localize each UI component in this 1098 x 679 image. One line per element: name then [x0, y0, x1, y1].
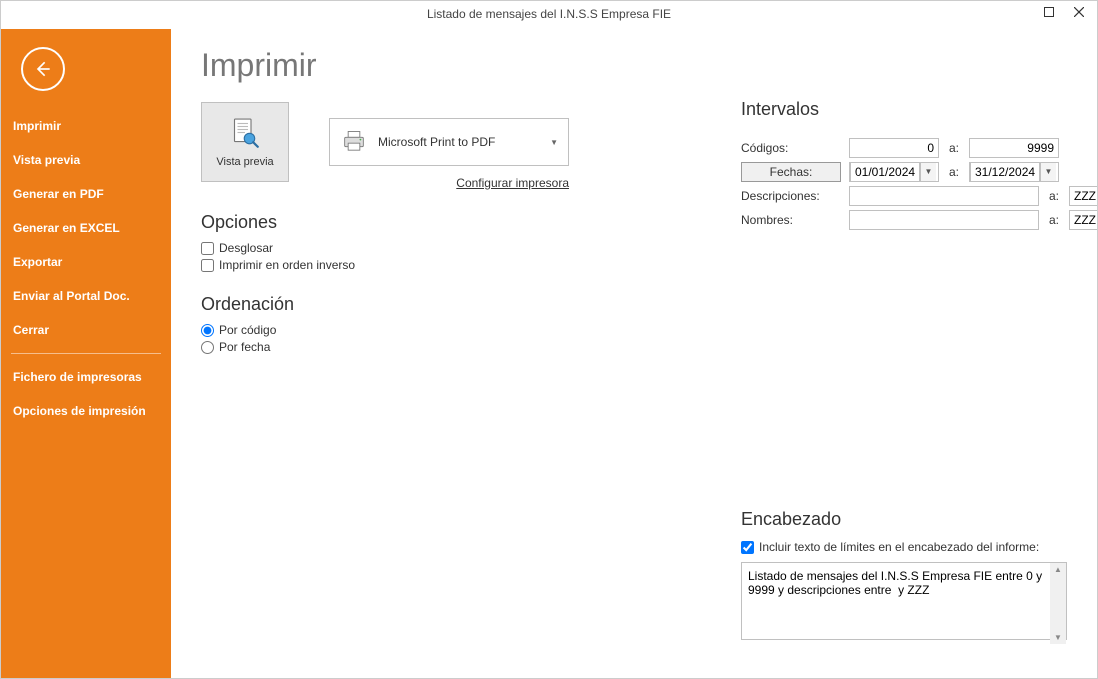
a-label: a:	[947, 141, 961, 155]
orden-inverso-checkbox-row[interactable]: Imprimir en orden inverso	[201, 258, 1067, 272]
nombres-from-input[interactable]	[849, 210, 1039, 230]
scrollbar[interactable]: ▲ ▼	[1050, 563, 1066, 644]
por-codigo-label: Por código	[219, 323, 276, 337]
sidebar: Imprimir Vista previa Generar en PDF Gen…	[1, 29, 171, 678]
scroll-up-icon[interactable]: ▲	[1054, 565, 1062, 574]
fecha-to-input[interactable]	[970, 162, 1040, 182]
intervalos-title: Intervalos	[741, 99, 1067, 120]
por-fecha-radio-row[interactable]: Por fecha	[201, 340, 1067, 354]
chevron-down-icon: ▼	[550, 138, 558, 147]
configure-printer-link[interactable]: Configurar impresora	[456, 176, 569, 190]
sidebar-item-generar-pdf[interactable]: Generar en PDF	[1, 177, 171, 211]
printer-selector[interactable]: Microsoft Print to PDF ▼	[329, 118, 569, 166]
window-controls	[1035, 1, 1093, 23]
chevron-down-icon[interactable]: ▼	[1040, 163, 1056, 181]
desglosar-label: Desglosar	[219, 241, 273, 255]
window-title: Listado de mensajes del I.N.S.S Empresa …	[1, 7, 1097, 21]
document-magnify-icon	[227, 116, 263, 152]
sidebar-item-fichero-impresoras[interactable]: Fichero de impresoras	[1, 360, 171, 394]
page-title: Imprimir	[201, 47, 1067, 84]
maximize-button[interactable]	[1035, 1, 1063, 23]
incluir-limites-row[interactable]: Incluir texto de límites en el encabezad…	[741, 540, 1067, 554]
sidebar-item-vista-previa[interactable]: Vista previa	[1, 143, 171, 177]
descripciones-label: Descripciones:	[741, 189, 841, 203]
incluir-limites-checkbox[interactable]	[741, 541, 754, 554]
fecha-from-combo[interactable]: ▼	[849, 162, 939, 182]
nombres-label: Nombres:	[741, 213, 841, 227]
por-codigo-radio-row[interactable]: Por código	[201, 323, 1067, 337]
codigos-to-input[interactable]	[969, 138, 1059, 158]
close-button[interactable]	[1065, 1, 1093, 23]
a-label: a:	[1047, 213, 1061, 227]
desc-from-input[interactable]	[849, 186, 1039, 206]
title-bar: Listado de mensajes del I.N.S.S Empresa …	[1, 1, 1097, 29]
printer-name: Microsoft Print to PDF	[378, 135, 550, 149]
vista-previa-button[interactable]: Vista previa	[201, 102, 289, 182]
orden-inverso-checkbox[interactable]	[201, 259, 214, 272]
sidebar-item-generar-excel[interactable]: Generar en EXCEL	[1, 211, 171, 245]
a-label: a:	[1047, 189, 1061, 203]
nombres-to-input[interactable]	[1069, 210, 1097, 230]
por-fecha-label: Por fecha	[219, 340, 270, 354]
desc-to-input[interactable]	[1069, 186, 1097, 206]
sidebar-item-imprimir[interactable]: Imprimir	[1, 109, 171, 143]
sidebar-item-exportar[interactable]: Exportar	[1, 245, 171, 279]
orden-inverso-label: Imprimir en orden inverso	[219, 258, 355, 272]
back-button[interactable]	[21, 47, 65, 91]
printer-icon	[340, 128, 368, 156]
por-codigo-radio[interactable]	[201, 324, 214, 337]
sidebar-item-cerrar[interactable]: Cerrar	[1, 313, 171, 347]
incluir-limites-label: Incluir texto de límites en el encabezad…	[759, 540, 1039, 554]
desglosar-checkbox-row[interactable]: Desglosar	[201, 241, 1067, 255]
sidebar-divider	[11, 353, 161, 354]
intervalos-panel: Intervalos Códigos: a: Fechas: ▼ a: ▼ De	[741, 99, 1067, 230]
a-label: a:	[947, 165, 961, 179]
fechas-button[interactable]: Fechas:	[741, 162, 841, 182]
desglosar-checkbox[interactable]	[201, 242, 214, 255]
ordenacion-title: Ordenación	[201, 294, 1067, 315]
por-fecha-radio[interactable]	[201, 341, 214, 354]
codigos-label: Códigos:	[741, 141, 841, 155]
scroll-down-icon[interactable]: ▼	[1054, 633, 1062, 642]
fecha-to-combo[interactable]: ▼	[969, 162, 1059, 182]
encabezado-title: Encabezado	[741, 509, 1067, 530]
fecha-from-input[interactable]	[850, 162, 920, 182]
main-panel: Imprimir Vista previa	[171, 29, 1097, 678]
encabezado-panel: Encabezado Incluir texto de límites en e…	[741, 509, 1067, 645]
sidebar-item-enviar-portal[interactable]: Enviar al Portal Doc.	[1, 279, 171, 313]
sidebar-item-opciones-impresion[interactable]: Opciones de impresión	[1, 394, 171, 428]
chevron-down-icon[interactable]: ▼	[920, 163, 936, 181]
vista-previa-label: Vista previa	[216, 156, 273, 168]
codigos-from-input[interactable]	[849, 138, 939, 158]
encabezado-textarea[interactable]	[741, 562, 1067, 640]
